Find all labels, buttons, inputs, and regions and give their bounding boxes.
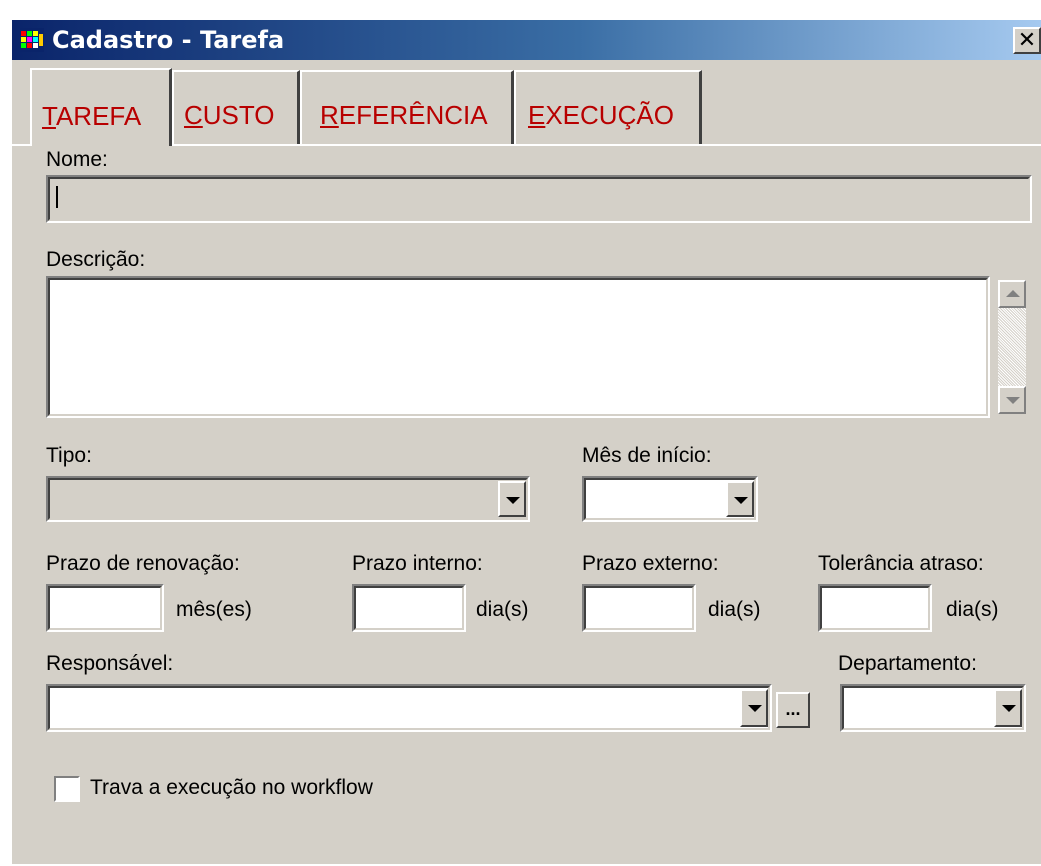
prazo-interno-unit: dia(s) — [476, 598, 529, 621]
departamento-select[interactable] — [840, 684, 1026, 732]
responsavel-label: Responsável: — [46, 652, 174, 675]
responsavel-select[interactable] — [46, 684, 772, 732]
tab-label-custo: CUSTO — [184, 100, 275, 130]
nome-input[interactable] — [46, 175, 1032, 223]
scroll-track[interactable] — [998, 308, 1026, 386]
tab-label-referencia: REFERÊNCIA — [320, 100, 488, 130]
prazo-interno-label: Prazo interno: — [352, 552, 483, 575]
close-icon: ✕ — [1017, 27, 1037, 52]
tab-label-execucao: EXECUÇÃO — [528, 100, 674, 130]
tolerancia-unit: dia(s) — [946, 598, 999, 621]
departamento-dropdown-button[interactable] — [994, 689, 1022, 727]
tab-referencia[interactable]: REFERÊNCIA — [300, 70, 514, 144]
app-grid-icon — [20, 28, 44, 52]
prazo-externo-unit: dia(s) — [708, 598, 761, 621]
tipo-label: Tipo: — [46, 444, 92, 467]
mes-inicio-select[interactable] — [582, 476, 758, 522]
mes-inicio-label: Mês de início: — [582, 444, 712, 467]
tab-execucao[interactable]: EXECUÇÃO — [514, 70, 702, 144]
responsavel-browse-button[interactable]: ... — [776, 692, 810, 728]
descricao-textarea[interactable] — [46, 276, 990, 418]
tab-tarefa[interactable]: TAREFA — [30, 68, 172, 146]
tipo-select[interactable] — [46, 476, 530, 522]
scroll-down-button[interactable] — [998, 386, 1026, 414]
tab-label-tarefa: TAREFA — [42, 101, 142, 131]
tolerancia-label: Tolerância atraso: — [818, 552, 984, 575]
mes-inicio-dropdown-button[interactable] — [726, 481, 754, 517]
tipo-dropdown-button[interactable] — [498, 481, 526, 517]
scroll-up-button[interactable] — [998, 280, 1026, 308]
chevron-down-icon — [734, 497, 748, 504]
chevron-down-icon — [506, 497, 520, 504]
prazo-interno-input[interactable] — [352, 584, 466, 632]
tab-custo[interactable]: CUSTO — [172, 70, 300, 144]
descricao-label: Descrição: — [46, 248, 146, 271]
departamento-label: Departamento: — [838, 652, 977, 675]
close-button[interactable]: ✕ — [1013, 27, 1041, 54]
dialog-window: Cadastro - Tarefa ✕ TAREFA CUSTO REFERÊN… — [10, 18, 1041, 864]
arrow-down-icon — [1006, 397, 1020, 404]
chevron-down-icon — [748, 705, 762, 712]
prazo-renovacao-input[interactable] — [46, 584, 164, 632]
prazo-renovacao-label: Prazo de renovação: — [46, 552, 240, 575]
chevron-down-icon — [1002, 705, 1016, 712]
tolerancia-input[interactable] — [818, 584, 932, 632]
text-caret — [56, 186, 58, 208]
prazo-externo-input[interactable] — [582, 584, 696, 632]
responsavel-dropdown-button[interactable] — [740, 689, 768, 727]
arrow-up-icon — [1006, 290, 1020, 297]
prazo-externo-label: Prazo externo: — [582, 552, 719, 575]
window-title: Cadastro - Tarefa — [52, 26, 285, 54]
prazo-renovacao-unit: mês(es) — [176, 598, 252, 621]
trava-label[interactable]: Trava a execução no workflow — [90, 776, 373, 800]
title-bar[interactable]: Cadastro - Tarefa ✕ — [12, 20, 1041, 60]
nome-label: Nome: — [46, 148, 108, 171]
trava-checkbox[interactable] — [54, 776, 80, 802]
